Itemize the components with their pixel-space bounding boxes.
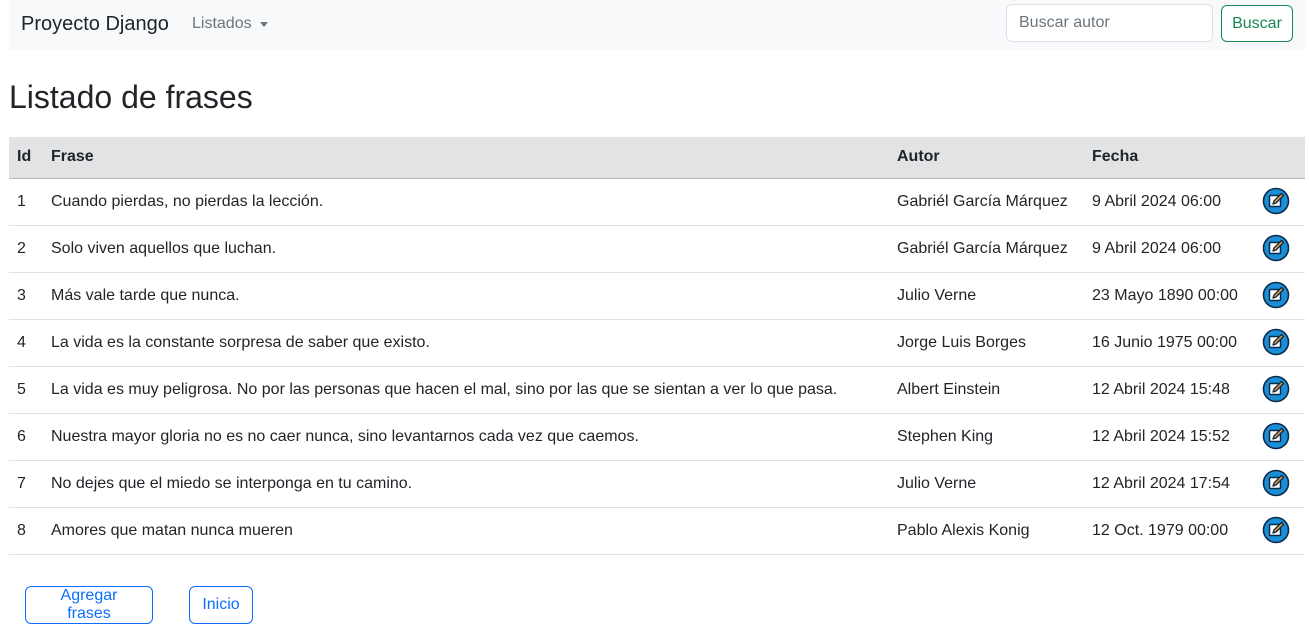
- cell-frase: Amores que matan nunca mueren: [43, 507, 889, 555]
- cell-id: 5: [9, 366, 43, 414]
- edit-pencil-icon[interactable]: [1262, 516, 1290, 544]
- cell-frase: Más vale tarde que nunca.: [43, 272, 889, 320]
- table-row: 1 Cuando pierdas, no pierdas la lección. G…: [9, 178, 1305, 226]
- table-body: 1 Cuando pierdas, no pierdas la lección. G…: [9, 178, 1305, 555]
- phrases-table: Id Frase Autor Fecha 1 Cuando pierdas, no…: [9, 137, 1305, 555]
- edit-pencil-icon[interactable]: [1262, 328, 1290, 356]
- listados-dropdown[interactable]: Listados: [192, 14, 268, 34]
- cell-id: 2: [9, 225, 43, 273]
- edit-pencil-icon[interactable]: [1262, 281, 1290, 309]
- listados-dropdown-label: Listados: [192, 15, 252, 32]
- search-author-input[interactable]: [1006, 4, 1213, 42]
- cell-id: 3: [9, 272, 43, 320]
- cell-frase: Nuestra mayor gloria no es no caer nunca…: [43, 413, 889, 461]
- header-frase: Frase: [43, 137, 889, 179]
- cell-fecha: 12 Abril 2024 15:52: [1084, 413, 1254, 461]
- header-fecha: Fecha: [1084, 137, 1254, 179]
- add-phrases-button[interactable]: Agregar frases: [25, 586, 153, 624]
- cell-frase: Cuando pierdas, no pierdas la lección.: [43, 178, 889, 226]
- table-header: Id Frase Autor Fecha: [9, 137, 1305, 179]
- cell-actions: [1254, 178, 1305, 226]
- cell-actions: [1254, 272, 1305, 320]
- header-id: Id: [9, 137, 43, 179]
- table-row: 2 Solo viven aquellos que luchan. Gabriél …: [9, 225, 1305, 273]
- cell-autor: Pablo Alexis Konig: [889, 507, 1084, 555]
- cell-id: 7: [9, 460, 43, 508]
- page-title: Listado de frases: [9, 79, 253, 115]
- cell-autor: Jorge Luis Borges: [889, 319, 1084, 367]
- cell-fecha: 9 Abril 2024 06:00: [1084, 178, 1254, 226]
- edit-pencil-icon[interactable]: [1262, 422, 1290, 450]
- cell-id: 8: [9, 507, 43, 555]
- table-row: 4 La vida es la constante sorpresa de sab…: [9, 319, 1305, 367]
- edit-pencil-icon[interactable]: [1262, 469, 1290, 497]
- home-button[interactable]: Inicio: [189, 586, 253, 624]
- cell-actions: [1254, 413, 1305, 461]
- cell-autor: Stephen King: [889, 413, 1084, 461]
- cell-frase: Solo viven aquellos que luchan.: [43, 225, 889, 273]
- search-button[interactable]: Buscar: [1221, 5, 1293, 42]
- cell-fecha: 9 Abril 2024 06:00: [1084, 225, 1254, 273]
- cell-id: 1: [9, 178, 43, 226]
- cell-frase: La vida es muy peligrosa. No por las per…: [43, 366, 889, 414]
- table-row: 6 Nuestra mayor gloria no es no caer nunc…: [9, 413, 1305, 461]
- navbar: Proyecto Django Listados Buscar: [9, 0, 1305, 50]
- table-row: 8 Amores que matan nunca mueren Pablo Alex…: [9, 507, 1305, 555]
- cell-actions: [1254, 507, 1305, 555]
- navbar-brand[interactable]: Proyecto Django: [21, 11, 169, 37]
- edit-pencil-icon[interactable]: [1262, 234, 1290, 262]
- cell-autor: Gabriél García Márquez: [889, 225, 1084, 273]
- cell-frase: No dejes que el miedo se interponga en t…: [43, 460, 889, 508]
- cell-fecha: 12 Abril 2024 17:54: [1084, 460, 1254, 508]
- edit-pencil-icon[interactable]: [1262, 187, 1290, 215]
- table-row: 7 No dejes que el miedo se interponga en …: [9, 460, 1305, 508]
- table-row: 3 Más vale tarde que nunca. Julio Verne 23 …: [9, 272, 1305, 320]
- header-autor: Autor: [889, 137, 1084, 179]
- cell-fecha: 16 Junio 1975 00:00: [1084, 319, 1254, 367]
- cell-autor: Julio Verne: [889, 460, 1084, 508]
- edit-pencil-icon[interactable]: [1262, 375, 1290, 403]
- cell-fecha: 12 Abril 2024 15:48: [1084, 366, 1254, 414]
- cell-actions: [1254, 225, 1305, 273]
- cell-frase: La vida es la constante sorpresa de sabe…: [43, 319, 889, 367]
- header-actions: [1254, 137, 1305, 179]
- cell-autor: Gabriél García Márquez: [889, 178, 1084, 226]
- cell-fecha: 12 Oct. 1979 00:00: [1084, 507, 1254, 555]
- cell-autor: Julio Verne: [889, 272, 1084, 320]
- cell-id: 6: [9, 413, 43, 461]
- cell-actions: [1254, 319, 1305, 367]
- cell-fecha: 23 Mayo 1890 00:00: [1084, 272, 1254, 320]
- cell-id: 4: [9, 319, 43, 367]
- caret-down-icon: [259, 21, 268, 27]
- cell-actions: [1254, 366, 1305, 414]
- cell-autor: Albert Einstein: [889, 366, 1084, 414]
- cell-actions: [1254, 460, 1305, 508]
- table-row: 5 La vida es muy peligrosa. No por las pe…: [9, 366, 1305, 414]
